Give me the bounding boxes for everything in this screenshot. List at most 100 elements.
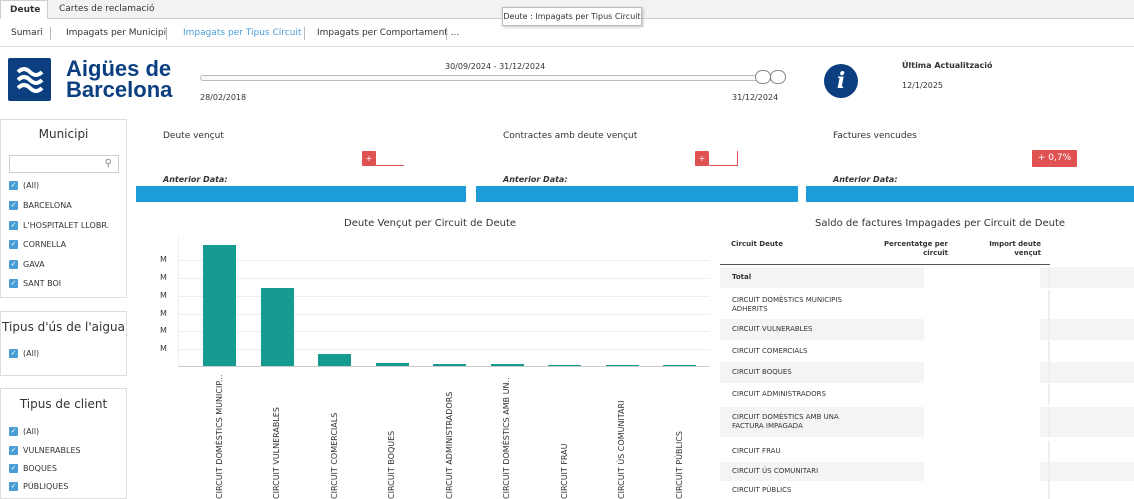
table-cell-percentatge (924, 462, 1040, 481)
x-tick-label: CIRCUIT DOMÈSTICS MUNICIP... (214, 374, 224, 499)
table-cell-circuit: CIRCUIT DOMÈSTICS MUNICIPIS ADHERITS (732, 295, 842, 313)
municipi-search-input[interactable]: ⚲ (9, 155, 119, 173)
kpi-deute-vencut-line (376, 165, 404, 166)
nav-separator (50, 27, 51, 40)
checkbox-icon: ✓ (9, 221, 18, 230)
chart-gridline (178, 278, 710, 279)
chart-bar[interactable] (433, 364, 466, 366)
filter-municipi-title: Municipi (38, 127, 89, 141)
table-row[interactable]: CIRCUIT DOMÈSTICS MUNICIPIS ADHERITS (720, 290, 1134, 319)
tab-deute[interactable]: Deute (0, 0, 48, 19)
kpi-factures-bar (806, 186, 1134, 202)
table-row[interactable]: CIRCUIT ADMINISTRADORS (720, 384, 1134, 405)
kpi-contractes-anterior: Anterior Data: (503, 175, 568, 184)
y-tick-label: M (160, 255, 167, 264)
table-header-import[interactable]: Import deute vençut (970, 240, 1041, 258)
chart-bar[interactable] (203, 245, 236, 366)
slider-end-handle[interactable] (770, 70, 786, 84)
tab-cartes-reclamacio[interactable]: Cartes de reclamació (50, 0, 165, 19)
checkbox-icon: ✓ (9, 446, 18, 455)
checkbox-icon: ✓ (9, 201, 18, 210)
date-range-min: 28/02/2018 (200, 93, 247, 102)
last-update-title: Última Actualització (902, 61, 993, 70)
table-cell-import (1048, 341, 1050, 362)
chart-bar[interactable] (548, 365, 581, 366)
table-cell-import (1048, 384, 1050, 405)
table-cell-import (1048, 441, 1050, 462)
table-cell-percentatge (924, 384, 1040, 405)
x-tick-label: CIRCUIT ADMINISTRADORS (444, 391, 454, 499)
y-axis (178, 237, 179, 366)
info-icon[interactable]: i (824, 64, 858, 98)
table-row[interactable]: CIRCUIT PÚBLICS (720, 481, 1134, 499)
table-cell-circuit: CIRCUIT BOQUES (732, 368, 792, 376)
table-cell-import (1048, 462, 1050, 481)
tipus-us-option[interactable]: ✓ (All) (9, 346, 39, 362)
table-row[interactable]: CIRCUIT ÚS COMUNITARI (720, 462, 1134, 481)
tipus-client-option[interactable]: ✓ (All) (9, 424, 39, 440)
chart-bar[interactable] (318, 354, 351, 366)
logo-line-1: Aigües de (66, 56, 172, 81)
filter-tipus-us-title: Tipus d'ús de l'aigua (2, 320, 125, 334)
chart-bar[interactable] (605, 365, 639, 366)
table-cell-percentatge (924, 290, 1040, 319)
option-label: BARCELONA (23, 201, 72, 210)
chart-bar[interactable] (490, 364, 524, 366)
checkbox-icon: ✓ (9, 427, 18, 436)
kpi-contractes-title: Contractes amb deute vençut (503, 131, 638, 141)
y-tick-label: M (160, 291, 167, 300)
tipus-client-option[interactable]: ✓ VULNERABLES (9, 443, 81, 459)
municipi-option[interactable]: ✓ CORNELLA (9, 237, 66, 253)
table-row[interactable]: CIRCUIT DOMÈSTICS AMB UNA FACTURA IMPAGA… (720, 407, 1134, 437)
last-update-value: 12/1/2025 (902, 81, 944, 90)
municipi-option[interactable]: ✓ SANT BOI (9, 276, 61, 292)
checkbox-icon: ✓ (9, 260, 18, 269)
tipus-client-option[interactable]: ✓ BOQUES (9, 461, 57, 477)
option-label: SANT BOI (23, 279, 62, 288)
date-range-slider[interactable] (200, 75, 782, 81)
chart-bar[interactable] (375, 363, 409, 366)
kpi-contractes-bar (476, 186, 798, 202)
municipi-option[interactable]: ✓ BARCELONA (9, 198, 72, 214)
x-tick-label: CIRCUIT FRAU (559, 443, 569, 499)
kpi-deute-vencut-badge: + (362, 151, 376, 166)
nav-impagats-municipi[interactable]: Impagats per Municipi (55, 20, 177, 47)
filter-tipus-client-title: Tipus de client (19, 397, 108, 411)
table-header-percentatge[interactable]: Percentatge per circuit (868, 240, 948, 258)
x-tick-label: CIRCUIT DOMÈSTICS AMB UN.. (502, 377, 511, 499)
kpi-factures-badge: + 0,7% (1032, 150, 1077, 167)
date-range-label: 30/09/2024 - 31/12/2024 (445, 62, 546, 71)
table-cell-percentatge (924, 407, 1040, 437)
nav-impagats-tipus-circuit[interactable]: Impagats per Tipus Circuit (172, 20, 312, 47)
table-row[interactable]: CIRCUIT BOQUES (720, 362, 1134, 383)
chart-gridline (178, 314, 710, 315)
x-tick-label: CIRCUIT ÚS COMUNITARI (617, 400, 626, 499)
tipus-client-option[interactable]: ✓ PÚBLIQUES (9, 479, 68, 493)
kpi-contractes-marker (737, 151, 738, 166)
table-cell-circuit: CIRCUIT PÚBLICS (732, 485, 792, 494)
table-row[interactable]: CIRCUIT FRAU (720, 441, 1134, 462)
tab-tooltip: Deute : Impagats per Tipus Circuit (502, 7, 642, 26)
nav-sumari[interactable]: Sumari (0, 20, 54, 47)
search-icon: ⚲ (104, 158, 112, 169)
table-header-circuit[interactable]: Circuit Deute (731, 240, 783, 248)
table-header-divider (720, 264, 1050, 265)
table-row[interactable]: Total (720, 267, 1134, 288)
option-label: (All) (23, 427, 40, 436)
chart-bar[interactable] (260, 288, 294, 366)
table-cell-percentatge (924, 341, 1040, 362)
table-cell-circuit: CIRCUIT COMERCIALS (732, 347, 808, 355)
chart-bar[interactable] (663, 365, 696, 366)
municipi-option[interactable]: ✓ L'HOSPITALET LLOBR. (9, 218, 109, 234)
table-row[interactable]: CIRCUIT VULNERABLES (720, 319, 1134, 340)
chart-gridline (178, 260, 710, 261)
kpi-factures-title: Factures vencudes (833, 131, 917, 141)
table-cell-circuit: CIRCUIT ADMINISTRADORS (732, 390, 826, 398)
kpi-deute-vencut-anterior: Anterior Data: (163, 175, 228, 184)
municipi-option[interactable]: ✓ (All) (9, 178, 39, 194)
municipi-option[interactable]: ✓ GAVA (9, 257, 45, 273)
table-row[interactable]: CIRCUIT COMERCIALS (720, 341, 1134, 362)
option-label: BOQUES (23, 464, 57, 473)
slider-start-handle[interactable] (755, 70, 771, 84)
table-cell-import (1048, 407, 1050, 437)
